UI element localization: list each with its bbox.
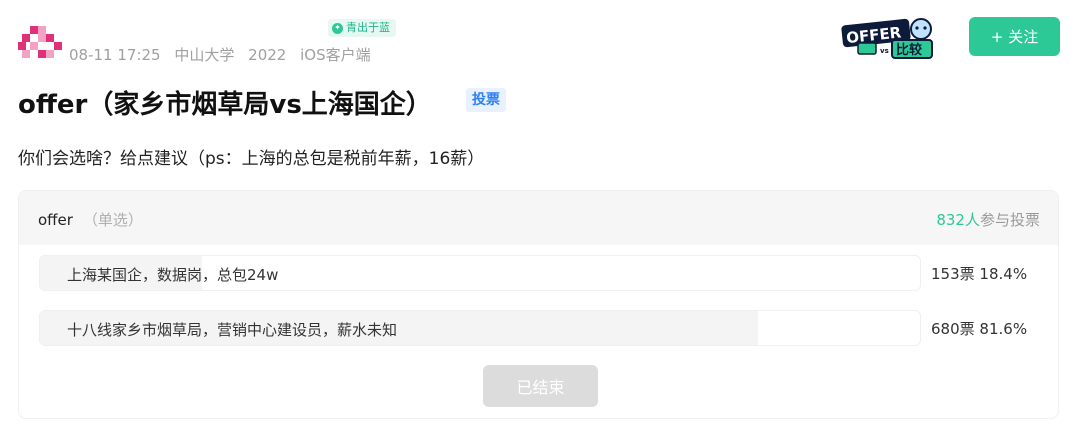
poll-participants: 832人参与投票 [936,209,1040,230]
option-percent: 18.4% [979,265,1028,283]
post-date: 08-11 17:25 [69,46,161,64]
plus-icon: + [990,27,1004,46]
option-result: 680票 81.6% [931,318,1027,339]
logo-text-sub: 比较 [896,42,922,58]
poll-option[interactable]: 十八线家乡市烟草局，营销中心建设员，薪水未知 [39,310,921,346]
post-meta: 08-11 17:25 中山大学 2022 iOS客户端 [69,44,380,65]
poll-name: offer [38,211,73,229]
offer-compare-logo: OFFER vs 比较 [841,18,933,59]
option-percent: 81.6% [979,320,1028,338]
poll-card: offer （单选） 832人参与投票 上海某国企，数据岗，总包24w 153票 … [18,190,1059,419]
option-votes: 680票 [931,320,975,338]
poll-type: （单选） [82,211,143,229]
participants-suffix: 参与投票 [979,211,1040,229]
option-votes: 153票 [931,265,975,283]
follow-label: 关注 [1008,28,1039,46]
avatar[interactable] [18,26,64,60]
post-school: 中山大学 [174,46,235,64]
poll-title: offer （单选） [38,209,143,230]
option-result: 153票 18.4% [931,263,1027,284]
poll-option[interactable]: 上海某国企，数据岗，总包24w [39,255,921,291]
poll-header: offer （单选） 832人参与投票 [19,191,1058,245]
follow-button[interactable]: + 关注 [969,17,1060,56]
post-client: iOS客户端 [300,46,371,64]
option-label: 十八线家乡市烟草局，营销中心建设员，薪水未知 [67,321,398,339]
vote-tag[interactable]: 投票 [466,88,506,112]
post-year: 2022 [248,46,287,64]
participants-count: 832人 [936,211,980,229]
leaf-icon: ✦ [332,22,343,34]
post-title: offer（家乡市烟草局vs上海国企） [18,90,432,120]
poll-ended-button: 已结束 [483,365,598,407]
post-description: 你们会选啥？给点建议（ps：上海的总包是税前年薪，16薪） [18,149,485,169]
logo-vs: vs [880,47,889,55]
user-badge: ✦ 青出于蓝 [328,19,396,37]
option-label: 上海某国企，数据岗，总包24w [67,266,279,284]
badge-label: 青出于蓝 [346,21,390,34]
